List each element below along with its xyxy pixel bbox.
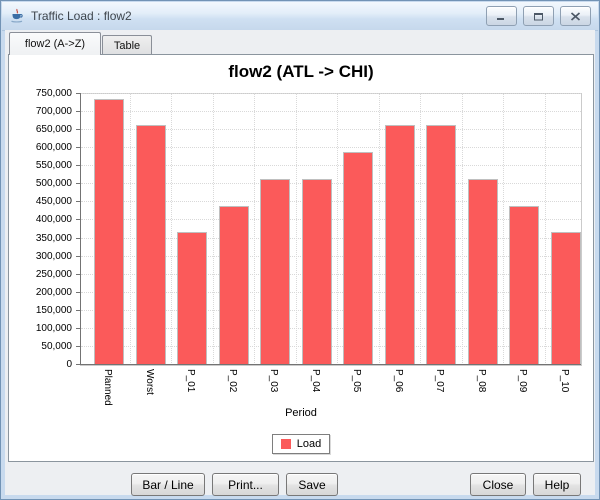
bar-p_02 bbox=[219, 206, 249, 365]
x-gridline bbox=[545, 94, 546, 365]
print-button[interactable]: Print... bbox=[212, 473, 279, 496]
x-category-label: Worst bbox=[144, 369, 155, 395]
bar-p_10 bbox=[551, 232, 581, 365]
plot-area bbox=[80, 93, 582, 366]
y-tick-label: 50,000 bbox=[41, 341, 72, 352]
legend-load-label: Load bbox=[296, 438, 322, 450]
x-category-label: P_07 bbox=[434, 369, 445, 393]
x-axis-line bbox=[80, 364, 581, 365]
x-category-label: P_05 bbox=[351, 369, 362, 393]
legend: Load bbox=[9, 434, 593, 454]
x-gridline bbox=[420, 94, 421, 365]
x-category-label: Planned bbox=[102, 369, 113, 406]
y-axis-line bbox=[80, 93, 81, 365]
y-tick-label: 250,000 bbox=[35, 269, 72, 280]
right-button-group: Close Help bbox=[470, 473, 581, 496]
x-gridline bbox=[503, 94, 504, 365]
x-category-label: P_09 bbox=[517, 369, 528, 393]
x-category-label: P_08 bbox=[476, 369, 487, 393]
x-gridline bbox=[171, 94, 172, 365]
java-coffee-icon bbox=[9, 8, 25, 24]
minimize-button[interactable] bbox=[486, 6, 517, 26]
x-category-label: P_01 bbox=[185, 369, 196, 393]
tab-table[interactable]: Table bbox=[102, 35, 152, 55]
chart-title: flow2 (ATL -> CHI) bbox=[228, 62, 374, 81]
traffic-load-window: Traffic Load : flow2 flow2 (A->Z) Table … bbox=[0, 0, 600, 500]
x-gridline bbox=[130, 94, 131, 365]
y-tick-label: 500,000 bbox=[35, 178, 72, 189]
y-gridline bbox=[81, 93, 581, 94]
bar-p_07 bbox=[426, 125, 456, 365]
y-tick-label: 650,000 bbox=[35, 124, 72, 135]
x-category-label: P_04 bbox=[310, 369, 321, 393]
y-tick-label: 700,000 bbox=[35, 106, 72, 117]
x-gridline bbox=[254, 94, 255, 365]
y-tick-label: 100,000 bbox=[35, 323, 72, 334]
x-gridline bbox=[213, 94, 214, 365]
bar-p_08 bbox=[468, 179, 498, 365]
save-button[interactable]: Save bbox=[286, 473, 338, 496]
x-gridline bbox=[296, 94, 297, 365]
legend-box: Load bbox=[271, 434, 331, 454]
window-close-button[interactable] bbox=[560, 6, 591, 26]
x-gridline bbox=[337, 94, 338, 365]
chart-panel: flow2 (ATL -> CHI) 0 50,000 100,000 150,000… bbox=[8, 54, 594, 462]
bar-planned bbox=[94, 99, 124, 365]
tab-label: flow2 (A->Z) bbox=[24, 38, 86, 50]
y-tick-label: 750,000 bbox=[35, 88, 72, 99]
y-tick-label: 450,000 bbox=[35, 196, 72, 207]
help-button[interactable]: Help bbox=[533, 473, 581, 496]
bar-line-button[interactable]: Bar / Line bbox=[131, 473, 205, 496]
y-tick-label: 150,000 bbox=[35, 305, 72, 316]
y-tick-label: 400,000 bbox=[35, 214, 72, 225]
x-category-label: P_02 bbox=[227, 369, 238, 393]
title-bar: Traffic Load : flow2 bbox=[2, 2, 598, 31]
x-axis-title: Period bbox=[285, 407, 317, 419]
y-tick-label: 600,000 bbox=[35, 142, 72, 153]
bar-p_05 bbox=[343, 152, 373, 365]
window-content: flow2 (A->Z) Table flow2 (ATL -> CHI) 0 5… bbox=[5, 30, 595, 496]
left-button-group: Bar / Line Print... Save bbox=[131, 473, 338, 496]
x-category-label: P_10 bbox=[559, 369, 570, 393]
bar-p_09 bbox=[509, 206, 539, 365]
close-button[interactable]: Close bbox=[470, 473, 526, 496]
bar-p_03 bbox=[260, 179, 290, 365]
x-gridline bbox=[379, 94, 380, 365]
tab-label: Table bbox=[113, 39, 141, 52]
maximize-button[interactable] bbox=[523, 6, 554, 26]
y-tick-label: 0 bbox=[66, 359, 72, 370]
window-title: Traffic Load : flow2 bbox=[31, 9, 132, 23]
x-category-label: P_03 bbox=[268, 369, 279, 393]
bar-p_04 bbox=[302, 179, 332, 365]
y-tick-label: 200,000 bbox=[35, 287, 72, 298]
bar-p_01 bbox=[177, 232, 207, 365]
legend-load-swatch bbox=[280, 439, 291, 449]
y-tick-label: 550,000 bbox=[35, 160, 72, 171]
tab-flow2-a-z[interactable]: flow2 (A->Z) bbox=[9, 32, 101, 55]
bar-worst bbox=[136, 125, 166, 365]
y-gridline bbox=[81, 111, 581, 112]
bar-p_06 bbox=[385, 125, 415, 365]
x-gridline bbox=[462, 94, 463, 365]
window-controls bbox=[486, 6, 591, 26]
x-category-label: P_06 bbox=[393, 369, 404, 393]
y-tick-label: 350,000 bbox=[35, 233, 72, 244]
y-tick-label: 300,000 bbox=[35, 251, 72, 262]
